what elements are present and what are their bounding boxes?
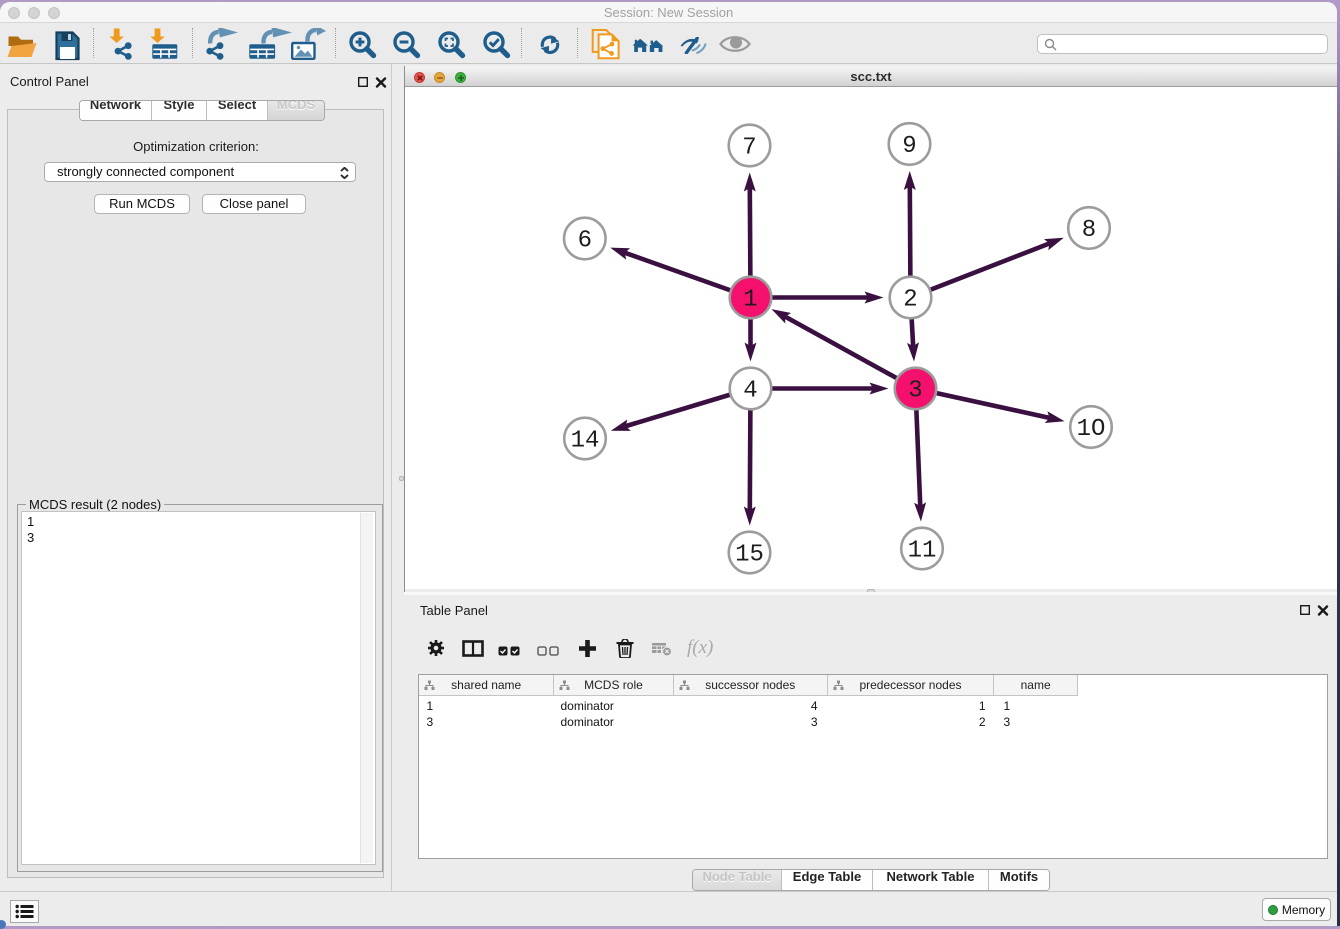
svg-text:11: 11 <box>908 538 937 565</box>
svg-text:9: 9 <box>902 133 916 160</box>
svg-text:6: 6 <box>578 228 592 255</box>
svg-text:4: 4 <box>743 378 757 405</box>
svg-text:14: 14 <box>571 428 600 455</box>
svg-text:1O: 1O <box>1077 416 1106 443</box>
svg-text:7: 7 <box>742 135 756 162</box>
svg-text:8: 8 <box>1082 217 1096 244</box>
svg-text:2: 2 <box>903 287 917 314</box>
svg-text:3: 3 <box>908 378 922 405</box>
svg-text:1: 1 <box>743 287 757 314</box>
svg-text:15: 15 <box>735 542 764 569</box>
